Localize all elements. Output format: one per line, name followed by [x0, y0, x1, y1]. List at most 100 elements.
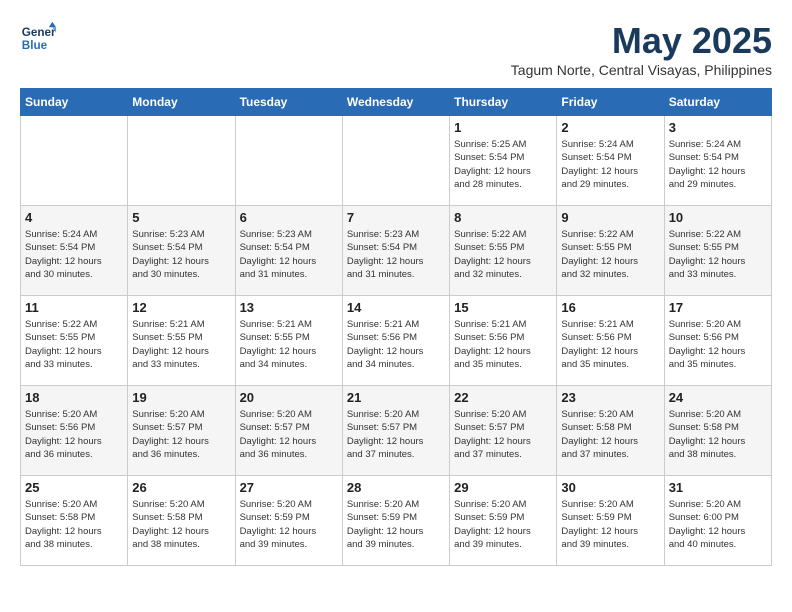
week-row-4: 18 Sunrise: 5:20 AM Sunset: 5:56 PM Dayli… — [21, 386, 772, 476]
day-cell: 9 Sunrise: 5:22 AM Sunset: 5:55 PM Daylig… — [557, 206, 664, 296]
day-cell — [21, 116, 128, 206]
day-info: Sunrise: 5:20 AM Sunset: 5:58 PM Dayligh… — [132, 498, 230, 551]
day-cell: 16Sunrise: 5:21 AM Sunset: 5:56 PM Dayli… — [557, 296, 664, 386]
svg-text:General: General — [22, 26, 56, 39]
day-cell: 11 Sunrise: 5:22 AM Sunset: 5:55 PM Dayli… — [21, 296, 128, 386]
day-number: 16 — [561, 300, 659, 315]
day-cell: 3 Sunrise: 5:24 AM Sunset: 5:54 PM Daylig… — [664, 116, 771, 206]
day-number: 9 — [561, 210, 659, 225]
day-info: Sunrise: 5:21 AM Sunset: 5:55 PM Dayligh… — [240, 318, 338, 371]
logo-icon: General Blue — [20, 20, 56, 56]
day-cell: 28 Sunrise: 5:20 AM Sunset: 5:59 PM Dayli… — [342, 476, 449, 566]
month-title: May 2025 — [511, 20, 772, 62]
day-cell: 24Sunrise: 5:20 AM Sunset: 5:58 PM Dayli… — [664, 386, 771, 476]
day-info: Sunrise: 5:23 AM Sunset: 5:54 PM Dayligh… — [132, 228, 230, 281]
day-cell: 26 Sunrise: 5:20 AM Sunset: 5:58 PM Dayli… — [128, 476, 235, 566]
day-number: 10 — [669, 210, 767, 225]
weekday-header-wednesday: Wednesday — [342, 89, 449, 116]
day-cell: 19 Sunrise: 5:20 AM Sunset: 5:57 PM Dayli… — [128, 386, 235, 476]
day-number: 5 — [132, 210, 230, 225]
weekday-header-saturday: Saturday — [664, 89, 771, 116]
day-cell: 29 Sunrise: 5:20 AM Sunset: 5:59 PM Dayli… — [450, 476, 557, 566]
day-number: 21 — [347, 390, 445, 405]
day-number: 12 — [132, 300, 230, 315]
day-number: 3 — [669, 120, 767, 135]
day-cell: 27Sunrise: 5:20 AM Sunset: 5:59 PM Dayli… — [235, 476, 342, 566]
day-info: Sunrise: 5:20 AM Sunset: 5:57 PM Dayligh… — [240, 408, 338, 461]
day-cell: 17 Sunrise: 5:20 AM Sunset: 5:56 PM Dayli… — [664, 296, 771, 386]
day-info: Sunrise: 5:21 AM Sunset: 5:55 PM Dayligh… — [132, 318, 230, 371]
day-info: Sunrise: 5:20 AM Sunset: 5:58 PM Dayligh… — [25, 498, 123, 551]
day-number: 14 — [347, 300, 445, 315]
day-info: Sunrise: 5:20 AM Sunset: 5:56 PM Dayligh… — [669, 318, 767, 371]
day-number: 29 — [454, 480, 552, 495]
day-cell: 22 Sunrise: 5:20 AM Sunset: 5:57 PM Dayli… — [450, 386, 557, 476]
day-cell — [235, 116, 342, 206]
day-info: Sunrise: 5:20 AM Sunset: 5:57 PM Dayligh… — [132, 408, 230, 461]
day-number: 22 — [454, 390, 552, 405]
day-number: 4 — [25, 210, 123, 225]
day-cell: 1Sunrise: 5:25 AM Sunset: 5:54 PM Daylig… — [450, 116, 557, 206]
day-number: 6 — [240, 210, 338, 225]
day-info: Sunrise: 5:20 AM Sunset: 5:59 PM Dayligh… — [454, 498, 552, 551]
day-number: 18 — [25, 390, 123, 405]
day-number: 8 — [454, 210, 552, 225]
day-info: Sunrise: 5:21 AM Sunset: 5:56 PM Dayligh… — [347, 318, 445, 371]
title-area: May 2025 Tagum Norte, Central Visayas, P… — [511, 20, 772, 78]
day-cell: 13 Sunrise: 5:21 AM Sunset: 5:55 PM Dayli… — [235, 296, 342, 386]
day-number: 26 — [132, 480, 230, 495]
day-info: Sunrise: 5:24 AM Sunset: 5:54 PM Dayligh… — [25, 228, 123, 281]
day-cell: 31 Sunrise: 5:20 AM Sunset: 6:00 PM Dayli… — [664, 476, 771, 566]
day-info: Sunrise: 5:20 AM Sunset: 5:59 PM Dayligh… — [240, 498, 338, 551]
week-row-2: 4 Sunrise: 5:24 AM Sunset: 5:54 PM Daylig… — [21, 206, 772, 296]
day-number: 11 — [25, 300, 123, 315]
day-info: Sunrise: 5:24 AM Sunset: 5:54 PM Dayligh… — [669, 138, 767, 191]
week-row-3: 11 Sunrise: 5:22 AM Sunset: 5:55 PM Dayli… — [21, 296, 772, 386]
day-info: Sunrise: 5:20 AM Sunset: 5:56 PM Dayligh… — [25, 408, 123, 461]
day-info: Sunrise: 5:20 AM Sunset: 5:57 PM Dayligh… — [454, 408, 552, 461]
day-number: 13 — [240, 300, 338, 315]
day-cell: 25 Sunrise: 5:20 AM Sunset: 5:58 PM Dayli… — [21, 476, 128, 566]
day-number: 23 — [561, 390, 659, 405]
day-number: 31 — [669, 480, 767, 495]
day-cell: 14 Sunrise: 5:21 AM Sunset: 5:56 PM Dayli… — [342, 296, 449, 386]
day-cell: 18 Sunrise: 5:20 AM Sunset: 5:56 PM Dayli… — [21, 386, 128, 476]
day-number: 17 — [669, 300, 767, 315]
day-cell: 7Sunrise: 5:23 AM Sunset: 5:54 PM Daylig… — [342, 206, 449, 296]
day-number: 2 — [561, 120, 659, 135]
weekday-header-tuesday: Tuesday — [235, 89, 342, 116]
day-cell: 10Sunrise: 5:22 AM Sunset: 5:55 PM Dayli… — [664, 206, 771, 296]
subtitle: Tagum Norte, Central Visayas, Philippine… — [511, 62, 772, 78]
day-cell: 12 Sunrise: 5:21 AM Sunset: 5:55 PM Dayli… — [128, 296, 235, 386]
day-cell: 8Sunrise: 5:22 AM Sunset: 5:55 PM Daylig… — [450, 206, 557, 296]
weekday-header-sunday: Sunday — [21, 89, 128, 116]
week-row-1: 1Sunrise: 5:25 AM Sunset: 5:54 PM Daylig… — [21, 116, 772, 206]
day-info: Sunrise: 5:20 AM Sunset: 6:00 PM Dayligh… — [669, 498, 767, 551]
weekday-header-thursday: Thursday — [450, 89, 557, 116]
day-cell: 21 Sunrise: 5:20 AM Sunset: 5:57 PM Dayli… — [342, 386, 449, 476]
day-info: Sunrise: 5:20 AM Sunset: 5:57 PM Dayligh… — [347, 408, 445, 461]
day-cell: 23 Sunrise: 5:20 AM Sunset: 5:58 PM Dayli… — [557, 386, 664, 476]
day-info: Sunrise: 5:20 AM Sunset: 5:58 PM Dayligh… — [561, 408, 659, 461]
day-info: Sunrise: 5:22 AM Sunset: 5:55 PM Dayligh… — [25, 318, 123, 371]
weekday-header-row: SundayMondayTuesdayWednesdayThursdayFrid… — [21, 89, 772, 116]
day-number: 15 — [454, 300, 552, 315]
day-cell: 6Sunrise: 5:23 AM Sunset: 5:54 PM Daylig… — [235, 206, 342, 296]
day-cell — [342, 116, 449, 206]
day-number: 19 — [132, 390, 230, 405]
day-info: Sunrise: 5:22 AM Sunset: 5:55 PM Dayligh… — [561, 228, 659, 281]
day-cell: 4 Sunrise: 5:24 AM Sunset: 5:54 PM Daylig… — [21, 206, 128, 296]
day-info: Sunrise: 5:20 AM Sunset: 5:59 PM Dayligh… — [561, 498, 659, 551]
day-number: 7 — [347, 210, 445, 225]
logo: General Blue — [20, 20, 56, 56]
day-cell: 30 Sunrise: 5:20 AM Sunset: 5:59 PM Dayli… — [557, 476, 664, 566]
day-number: 30 — [561, 480, 659, 495]
day-info: Sunrise: 5:20 AM Sunset: 5:59 PM Dayligh… — [347, 498, 445, 551]
day-number: 28 — [347, 480, 445, 495]
day-cell: 15Sunrise: 5:21 AM Sunset: 5:56 PM Dayli… — [450, 296, 557, 386]
day-cell — [128, 116, 235, 206]
day-number: 25 — [25, 480, 123, 495]
weekday-header-monday: Monday — [128, 89, 235, 116]
day-number: 1 — [454, 120, 552, 135]
weekday-header-friday: Friday — [557, 89, 664, 116]
